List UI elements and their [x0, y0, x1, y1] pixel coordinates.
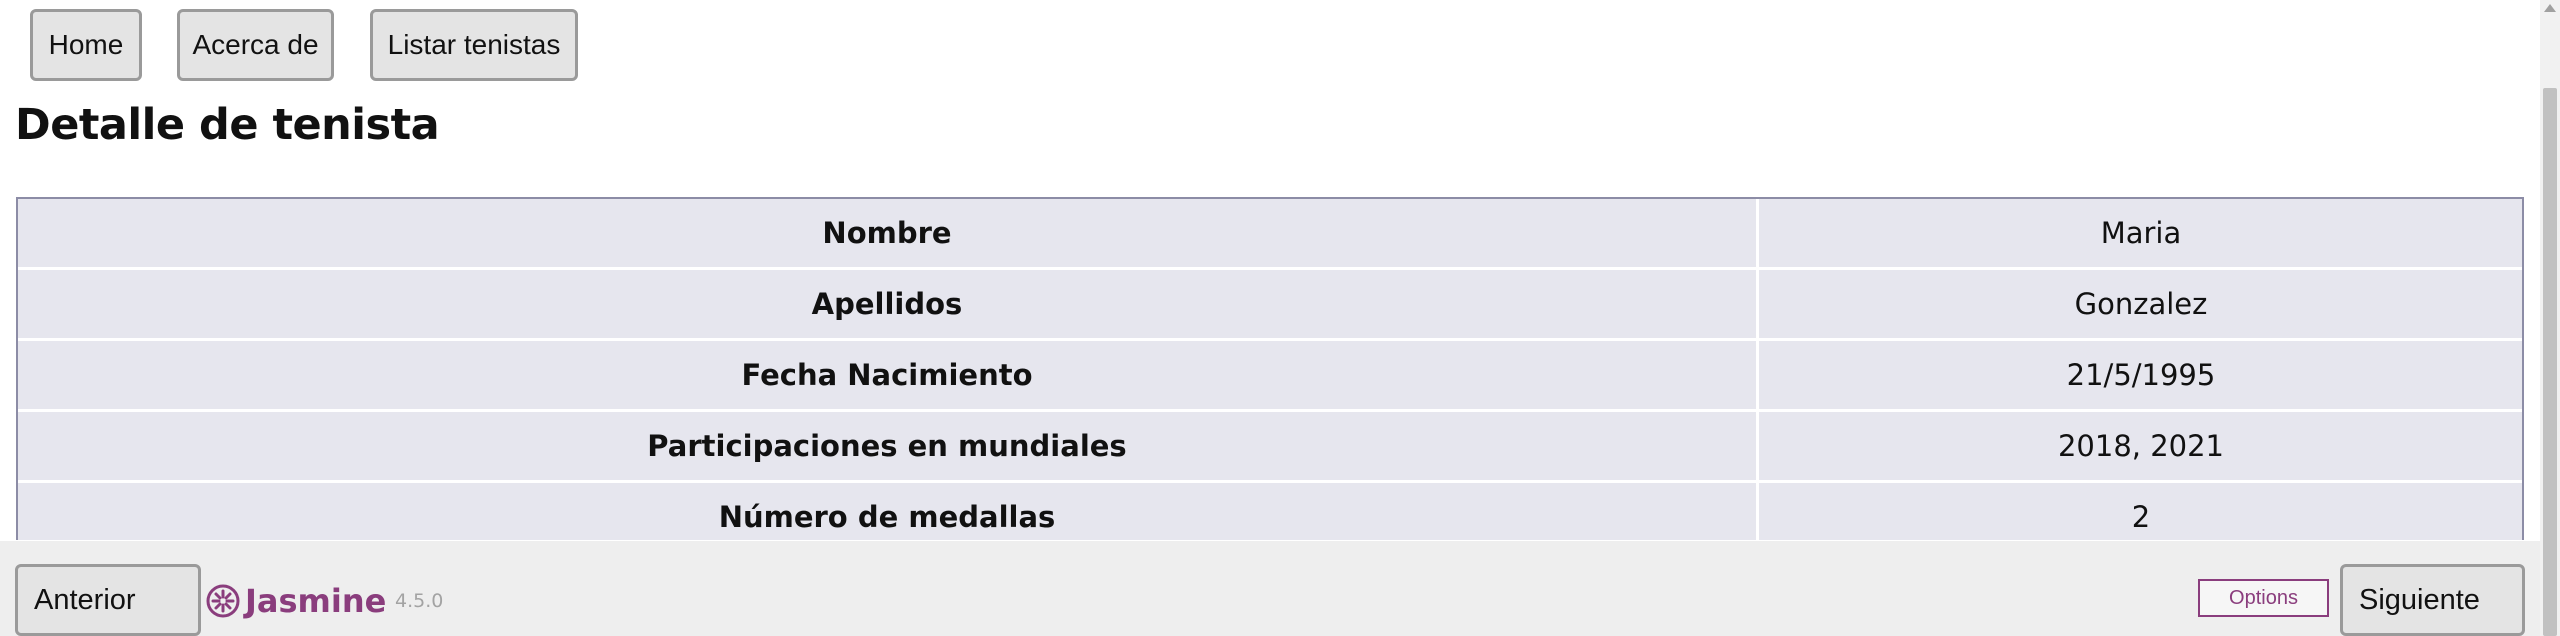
vertical-scrollbar[interactable]	[2540, 0, 2560, 636]
jasmine-logo: Jasmine	[205, 581, 386, 621]
row-value: 2018, 2021	[2057, 429, 2225, 463]
detail-table: Nombre Maria Apellidos Gonzalez Fecha Na…	[16, 197, 2524, 540]
jasmine-flower-icon	[206, 584, 240, 618]
table-row: Fecha Nacimiento 21/5/1995	[18, 341, 2522, 412]
row-value: 2	[2131, 500, 2151, 534]
nav-list-tennis-players-button[interactable]: Listar tenistas	[370, 9, 578, 81]
page-title: Detalle de tenista	[15, 100, 440, 150]
row-value: Gonzalez	[2074, 287, 2208, 321]
jasmine-footer-bar: Anterior Jasmine 4.5.0 Options Siguiente	[0, 541, 2540, 636]
table-row: Número de medallas 2	[18, 483, 2522, 540]
options-button[interactable]: Options	[2198, 579, 2329, 617]
jasmine-brand-text: Jasmine	[245, 582, 387, 620]
nav-home-button[interactable]: Home	[30, 9, 142, 81]
row-value: Maria	[2100, 216, 2182, 250]
next-button[interactable]: Siguiente	[2340, 564, 2525, 636]
scroll-up-arrow-icon[interactable]	[2544, 4, 2556, 12]
row-label: Participaciones en mundiales	[18, 412, 1759, 480]
table-row: Apellidos Gonzalez	[18, 270, 2522, 341]
table-row: Nombre Maria	[18, 199, 2522, 270]
nav-about-button[interactable]: Acerca de	[177, 9, 334, 81]
top-nav: Home Acerca de Listar tenistas	[0, 0, 2540, 90]
row-label: Nombre	[18, 199, 1759, 267]
table-row: Participaciones en mundiales 2018, 2021	[18, 412, 2522, 483]
row-label: Número de medallas	[18, 483, 1759, 540]
row-label: Apellidos	[18, 270, 1759, 338]
row-label: Fecha Nacimiento	[18, 341, 1759, 409]
previous-button[interactable]: Anterior	[15, 564, 201, 636]
scrollbar-thumb[interactable]	[2543, 88, 2557, 636]
row-value: 21/5/1995	[2066, 358, 2216, 392]
version-label: 4.5.0	[395, 590, 444, 612]
